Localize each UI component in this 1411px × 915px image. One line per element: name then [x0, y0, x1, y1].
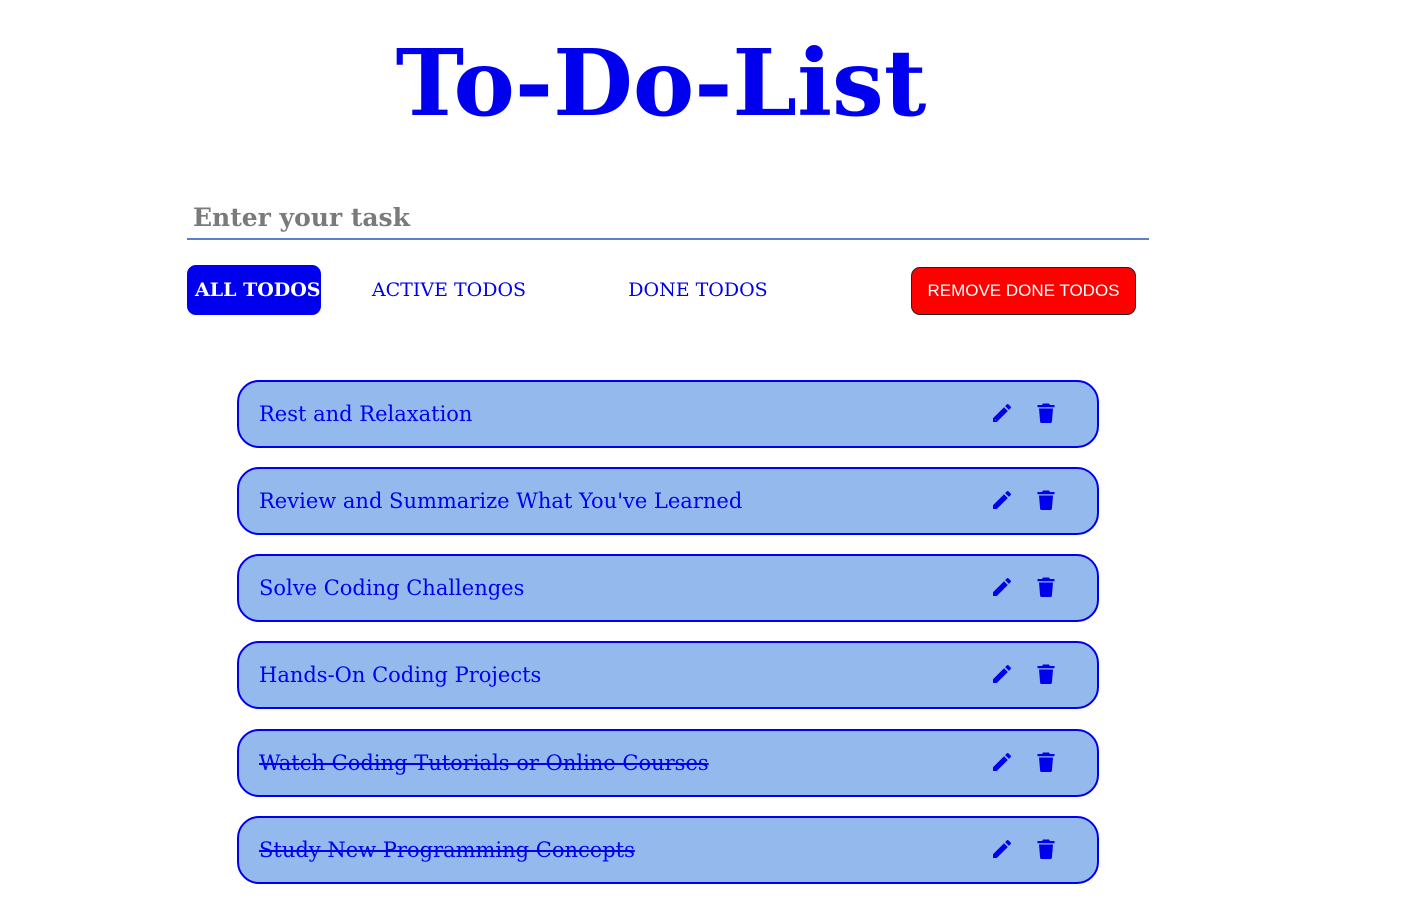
trash-icon[interactable]: [1034, 401, 1058, 425]
todo-text[interactable]: Study New Programming Concepts: [259, 818, 635, 882]
remove-done-todos-button[interactable]: REMOVE DONE TODOS: [911, 267, 1136, 315]
trash-icon[interactable]: [1034, 750, 1058, 774]
todo-item: Study New Programming Concepts: [237, 816, 1099, 884]
todo-text[interactable]: Hands-On Coding Projects: [259, 643, 541, 707]
todo-text[interactable]: Rest and Relaxation: [259, 382, 472, 446]
trash-icon[interactable]: [1034, 837, 1058, 861]
pencil-icon[interactable]: [990, 837, 1014, 861]
page-title: To-Do-List: [395, 29, 927, 137]
todo-text[interactable]: Watch Coding Tutorials or Online Courses: [259, 731, 709, 795]
todo-item: Rest and Relaxation: [237, 380, 1099, 448]
active-todos-button[interactable]: ACTIVE TODOS: [363, 265, 535, 315]
pencil-icon[interactable]: [990, 750, 1014, 774]
task-input[interactable]: [187, 196, 1149, 240]
trash-icon[interactable]: [1034, 575, 1058, 599]
todo-item: Review and Summarize What You've Learned: [237, 467, 1099, 535]
pencil-icon[interactable]: [990, 401, 1014, 425]
trash-icon[interactable]: [1034, 662, 1058, 686]
pencil-icon[interactable]: [990, 662, 1014, 686]
trash-icon[interactable]: [1034, 488, 1058, 512]
todo-item: Solve Coding Challenges: [237, 554, 1099, 622]
pencil-icon[interactable]: [990, 488, 1014, 512]
todo-item: Hands-On Coding Projects: [237, 641, 1099, 709]
all-todos-button[interactable]: ALL TODOS: [187, 265, 321, 315]
done-todos-button[interactable]: DONE TODOS: [620, 265, 776, 315]
pencil-icon[interactable]: [990, 575, 1014, 599]
todo-item: Watch Coding Tutorials or Online Courses: [237, 729, 1099, 797]
todo-text[interactable]: Solve Coding Challenges: [259, 556, 524, 620]
todo-text[interactable]: Review and Summarize What You've Learned: [259, 469, 742, 533]
